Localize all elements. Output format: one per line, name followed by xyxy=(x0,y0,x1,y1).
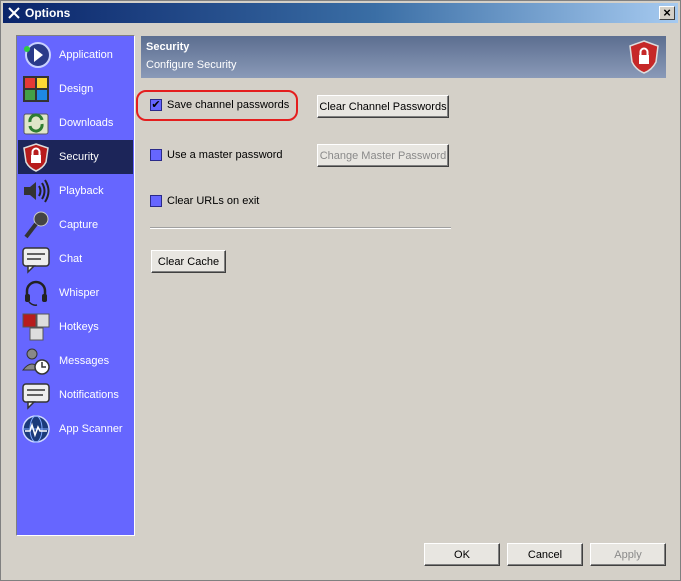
sidebar-item-label: Chat xyxy=(59,253,83,265)
user-clock-icon xyxy=(21,348,50,375)
security-lock-icon xyxy=(23,143,49,172)
sidebar-item-notifications[interactable]: Notifications xyxy=(18,378,133,412)
sidebar-item-label: Downloads xyxy=(59,117,114,129)
checkbox-label: Save channel passwords xyxy=(167,99,290,111)
separator xyxy=(150,227,451,229)
sidebar-item-design[interactable]: Design xyxy=(18,72,133,106)
design-icon xyxy=(23,76,49,102)
sidebar-item-capture[interactable]: Capture xyxy=(18,208,133,242)
sidebar-item-label: Hotkeys xyxy=(59,321,99,333)
hotkeys-icon xyxy=(22,313,50,341)
section-title: Security xyxy=(146,41,190,53)
application-icon xyxy=(24,42,51,68)
sidebar-item-label: Capture xyxy=(59,219,99,231)
microphone-icon xyxy=(24,211,49,239)
sidebar-item-downloads[interactable]: Downloads xyxy=(18,106,133,140)
sidebar-item-label: Whisper xyxy=(59,287,100,299)
sidebar-item-label: Playback xyxy=(59,185,104,197)
checkbox-label: Use a master password xyxy=(167,149,283,161)
sidebar-item-app-scanner[interactable]: App Scanner xyxy=(18,412,133,446)
speaker-icon xyxy=(24,179,50,203)
window-title: Options xyxy=(25,6,71,20)
clear-channel-passwords-button[interactable]: Clear Channel Passwords xyxy=(317,95,449,118)
ok-button[interactable]: OK xyxy=(424,543,500,566)
sidebar-item-whisper[interactable]: Whisper xyxy=(18,276,133,310)
sidebar-item-messages[interactable]: Messages xyxy=(18,344,133,378)
sidebar-item-label: Messages xyxy=(59,355,110,367)
save-channel-passwords-checkbox[interactable]: ✔ Save channel passwords xyxy=(150,99,289,111)
checkbox-box[interactable] xyxy=(150,149,162,161)
category-sidebar: Application Design Downloads Security Pl… xyxy=(16,35,135,536)
sidebar-item-hotkeys[interactable]: Hotkeys xyxy=(18,310,133,344)
shield-lock-icon xyxy=(629,40,659,74)
tools-icon xyxy=(8,7,20,19)
change-master-password-button[interactable]: Change Master Password xyxy=(317,144,449,167)
checkbox-box[interactable] xyxy=(150,195,162,207)
sidebar-item-label: Design xyxy=(59,83,94,95)
section-header: Security Configure Security xyxy=(141,36,666,78)
checkbox-label: Clear URLs on exit xyxy=(167,195,260,207)
cancel-button[interactable]: Cancel xyxy=(507,543,583,566)
apply-button[interactable]: Apply xyxy=(590,543,666,566)
clear-urls-on-exit-checkbox[interactable]: Clear URLs on exit xyxy=(150,195,259,207)
clear-cache-button[interactable]: Clear Cache xyxy=(151,250,226,273)
sidebar-item-chat[interactable]: Chat xyxy=(18,242,133,276)
sidebar-item-label: App Scanner xyxy=(59,423,123,435)
downloads-icon xyxy=(23,113,49,135)
close-icon: × xyxy=(663,5,671,20)
checkmark-icon: ✔ xyxy=(151,99,161,111)
sidebar-item-label: Application xyxy=(59,49,113,61)
section-subtitle: Configure Security xyxy=(146,59,237,71)
use-master-password-checkbox[interactable]: Use a master password xyxy=(150,149,283,161)
title-bar[interactable]: Options × xyxy=(3,3,678,23)
notification-bubble-icon xyxy=(22,383,50,410)
close-button[interactable]: × xyxy=(659,6,675,20)
checkbox-box[interactable]: ✔ xyxy=(150,99,162,111)
sidebar-item-playback[interactable]: Playback xyxy=(18,174,133,208)
options-window: Options × Application Design Downloads S… xyxy=(0,0,681,581)
globe-icon xyxy=(22,415,50,443)
sidebar-item-security[interactable]: Security xyxy=(18,140,133,174)
sidebar-item-label: Notifications xyxy=(59,389,119,401)
headset-icon xyxy=(25,280,47,306)
sidebar-item-label: Security xyxy=(59,151,99,163)
sidebar-item-application[interactable]: Application xyxy=(18,38,133,72)
chat-bubble-icon xyxy=(22,247,50,274)
